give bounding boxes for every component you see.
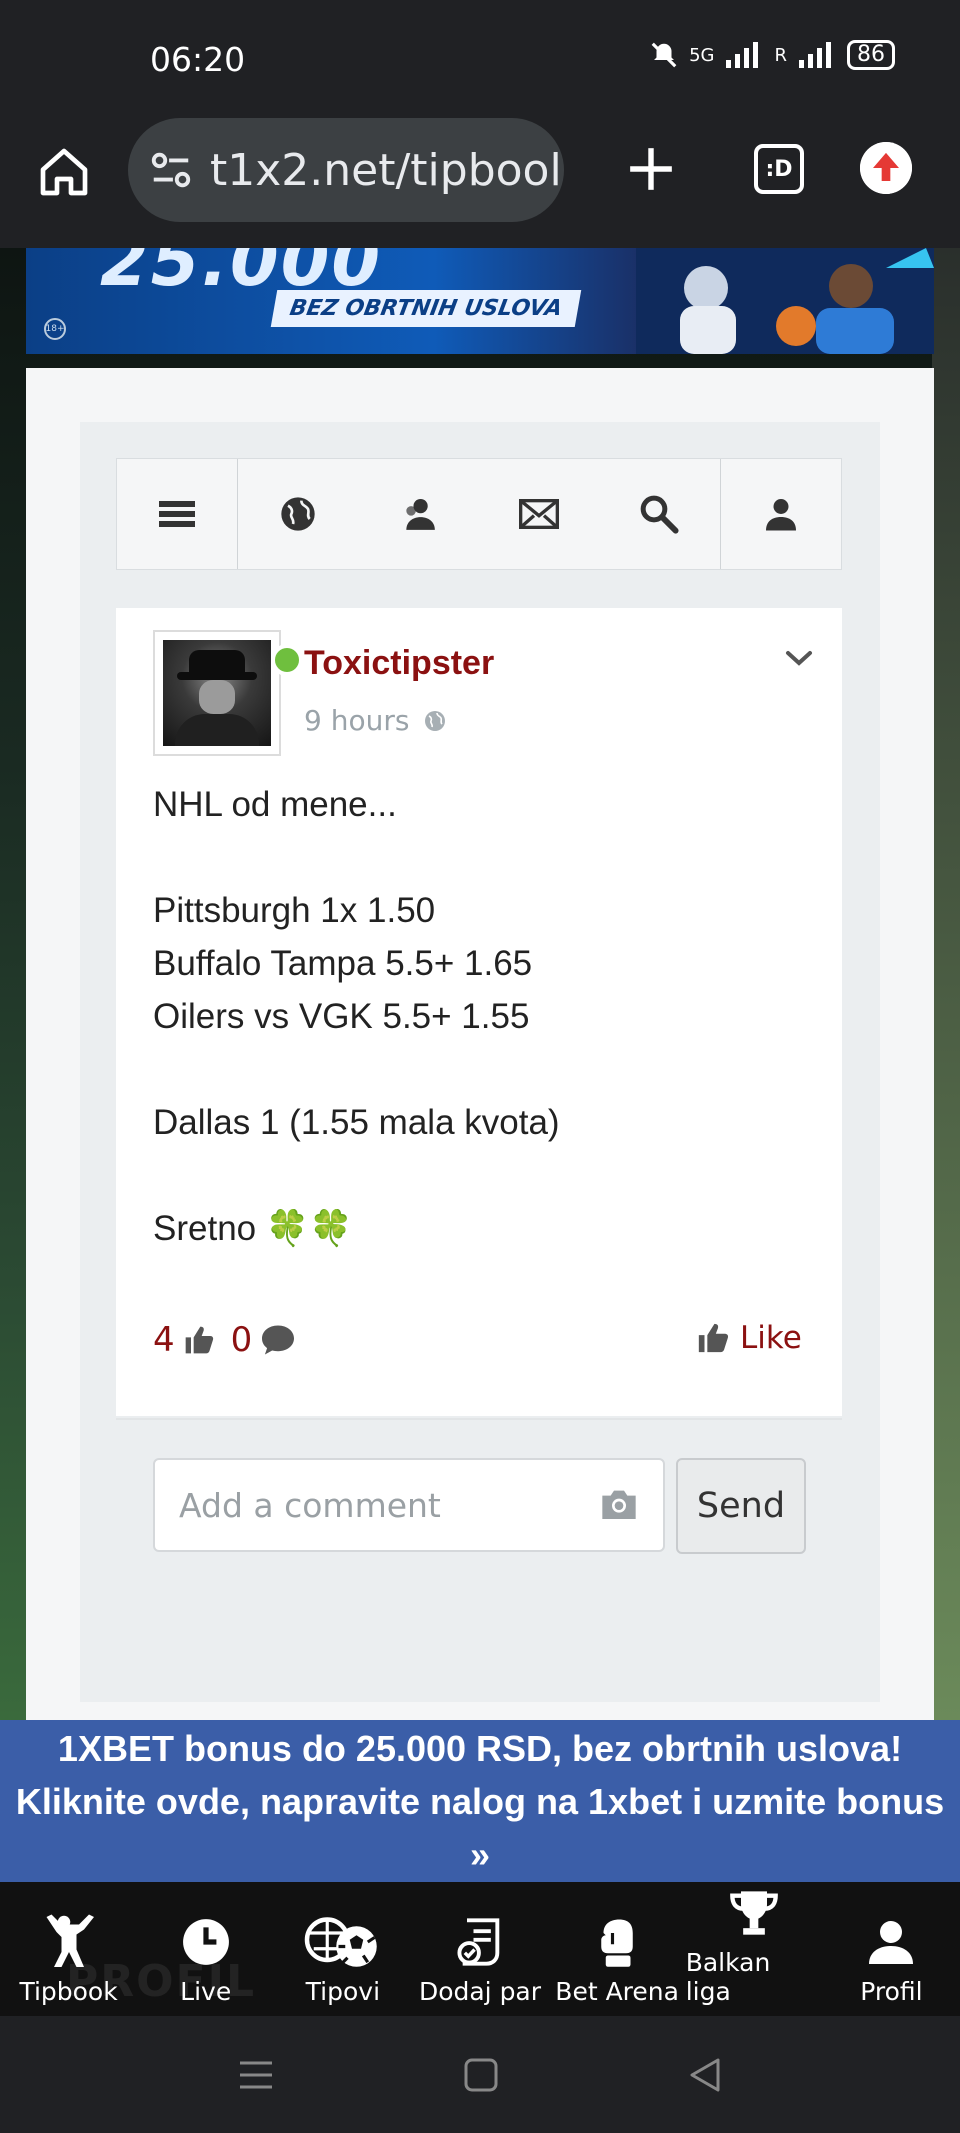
friends-button[interactable] bbox=[359, 459, 479, 569]
thumbs-up-icon bbox=[185, 1326, 213, 1354]
network-type: 5G bbox=[689, 44, 715, 66]
post-time-text: 9 hours bbox=[304, 704, 410, 737]
avatar-image bbox=[163, 640, 271, 746]
home-icon bbox=[40, 148, 88, 196]
menu-button[interactable] bbox=[117, 459, 239, 569]
messages-button[interactable] bbox=[479, 459, 599, 569]
add-ticket-icon bbox=[457, 1918, 500, 1966]
tab-switcher-button[interactable]: :D bbox=[754, 144, 804, 194]
site-settings-icon[interactable] bbox=[148, 147, 194, 193]
feed-panel: Toxictipster 9 hours NHL od mene... Pitt… bbox=[80, 422, 880, 1702]
nav-label-balkan-liga: Balkan liga bbox=[685, 1948, 771, 2006]
nav-item-balkan-liga[interactable]: Balkan liga bbox=[686, 1882, 823, 2016]
boxing-glove-icon bbox=[601, 1919, 633, 1967]
like-button[interactable]: Like bbox=[696, 1320, 802, 1356]
nav-item-bet-arena[interactable]: Bet Arena bbox=[549, 1882, 686, 2016]
mail-icon bbox=[519, 499, 560, 529]
chevron-down-icon[interactable] bbox=[784, 648, 814, 668]
nav-label-bet-arena: Bet Arena bbox=[555, 1977, 679, 2006]
status-time: 06:20 bbox=[150, 40, 246, 79]
thumbs-up-icon bbox=[698, 1323, 729, 1353]
user-icon bbox=[765, 499, 796, 531]
signal-icon bbox=[726, 42, 759, 68]
nav-item-dodaj-par[interactable]: Dodaj par bbox=[411, 1882, 548, 2016]
nav-item-tipovi[interactable]: Tipovi bbox=[274, 1882, 411, 2016]
comment-bubble-icon bbox=[262, 1325, 295, 1355]
arrow-up-icon bbox=[860, 142, 912, 194]
bottom-nav: PROFIL Tipbook Live Tipovi Dodaj par Bet… bbox=[0, 1882, 960, 2016]
promo-line-3: » bbox=[469, 1834, 491, 1875]
nav-label-profil: Profil bbox=[860, 1977, 923, 2006]
promo-line-1: 1XBET bonus do 25.000 RSD, bez obrtnih u… bbox=[57, 1728, 903, 1769]
comment-bar: Add a comment Send bbox=[116, 1418, 842, 1590]
avatar[interactable] bbox=[153, 630, 303, 756]
back-triangle-icon[interactable] bbox=[688, 2057, 722, 2093]
promo-line-2: Kliknite ovde, napravite nalog na 1xbet … bbox=[15, 1781, 945, 1822]
banner-athletes-image bbox=[636, 248, 934, 354]
globe-button[interactable] bbox=[238, 459, 358, 569]
status-bar: 06:20 5G R 86 bbox=[0, 0, 960, 118]
post-time: 9 hours bbox=[304, 704, 447, 737]
mute-bell-icon bbox=[651, 42, 677, 68]
banner-tagline: BEZ OBRTNIH USLOVA bbox=[270, 290, 582, 327]
globe-icon bbox=[281, 497, 316, 531]
search-icon bbox=[641, 495, 680, 534]
post-stats: 4 0 bbox=[153, 1320, 296, 1360]
top-ad-banner[interactable]: 25.000 BEZ OBRTNIH USLOVA 18+ bbox=[26, 248, 934, 354]
main-content-card: Toxictipster 9 hours NHL od mene... Pitt… bbox=[26, 368, 934, 1720]
user-icon bbox=[869, 1921, 914, 1964]
promo-bar[interactable]: 1XBET bonus do 25.000 RSD, bez obrtnih u… bbox=[0, 1720, 960, 1882]
system-navigation-bar bbox=[0, 2016, 960, 2133]
battery-icon: 86 bbox=[847, 40, 895, 70]
plus-icon bbox=[630, 148, 672, 190]
home-square-icon[interactable] bbox=[464, 2058, 498, 2092]
url-text[interactable]: t1x2.net/tipbool bbox=[210, 145, 562, 196]
address-bar[interactable]: t1x2.net/tipbool bbox=[128, 118, 564, 222]
users-icon bbox=[406, 498, 435, 530]
status-icons: 5G R 86 bbox=[649, 40, 895, 70]
comment-input[interactable]: Add a comment bbox=[153, 1458, 665, 1552]
balls-icon bbox=[304, 1917, 377, 1967]
recent-apps-icon[interactable] bbox=[238, 2059, 274, 2091]
trophy-icon bbox=[730, 1891, 779, 1935]
camera-icon[interactable] bbox=[599, 1486, 639, 1522]
update-button[interactable] bbox=[860, 142, 912, 194]
menu-icon bbox=[159, 501, 196, 527]
online-status-dot bbox=[271, 644, 303, 676]
nav-label-dodaj-par: Dodaj par bbox=[418, 1977, 542, 2006]
home-button[interactable] bbox=[36, 144, 92, 200]
post-author[interactable]: Toxictipster bbox=[304, 644, 494, 683]
post-card: Toxictipster 9 hours NHL od mene... Pitt… bbox=[116, 608, 842, 1416]
send-button[interactable]: Send bbox=[676, 1458, 806, 1554]
comment-count: 0 bbox=[230, 1320, 253, 1360]
post-text: NHL od mene... Pittsburgh 1x 1.50 Buffal… bbox=[153, 785, 560, 1248]
nav-label-tipovi: Tipovi bbox=[305, 1977, 381, 2006]
profile-button[interactable] bbox=[721, 459, 841, 569]
like-count: 4 bbox=[153, 1320, 175, 1360]
age-badge: 18+ bbox=[44, 318, 66, 340]
feed-toolbar bbox=[116, 458, 842, 570]
page-background-edge bbox=[932, 248, 960, 1720]
public-globe-icon bbox=[425, 710, 446, 731]
roaming-indicator: R bbox=[774, 44, 787, 66]
new-tab-button[interactable] bbox=[620, 138, 682, 200]
signal-icon-2 bbox=[799, 42, 831, 68]
profile-watermark: PROFIL bbox=[66, 1956, 256, 2007]
comment-placeholder: Add a comment bbox=[179, 1485, 441, 1525]
nav-item-profil[interactable]: Profil bbox=[823, 1882, 960, 2016]
browser-toolbar: t1x2.net/tipbool :D bbox=[0, 118, 960, 248]
search-button[interactable] bbox=[599, 459, 721, 569]
like-button-label: Like bbox=[740, 1320, 802, 1356]
